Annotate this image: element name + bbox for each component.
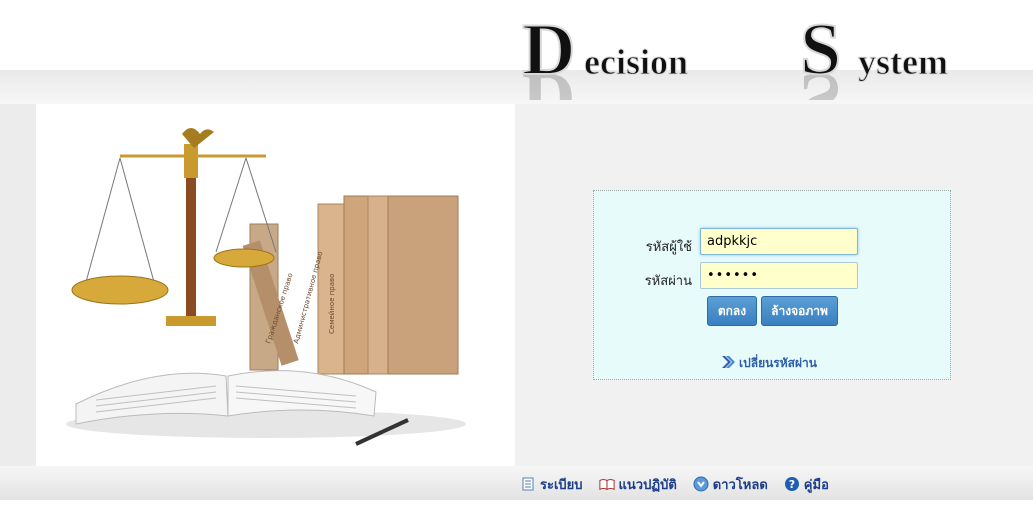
download-icon <box>693 476 709 492</box>
footer-band <box>0 466 1033 500</box>
nav-item-manual[interactable]: ? คู่มือ <box>784 474 829 495</box>
nav-item-label: แนวปฏิบัติ <box>618 477 677 493</box>
username-input[interactable] <box>700 228 858 255</box>
svg-text:?: ? <box>789 478 795 491</box>
username-label: รหัสผู้ใช้ <box>645 240 692 255</box>
ok-button[interactable]: ตกลง <box>707 296 757 326</box>
nav-item-download[interactable]: ดาวโหลด <box>693 474 768 495</box>
books-illustration: Семейное право Административное право Гр… <box>242 195 459 375</box>
logo-initial-d: D <box>522 9 575 91</box>
hero-image-law-scales-books: Семейное право Административное право Гр… <box>36 104 515 466</box>
change-password-link[interactable]: เปลี่ยนรหัสผ่าน <box>721 354 817 373</box>
nav-item-guidelines[interactable]: แนวปฏิบัติ <box>598 474 677 495</box>
password-label: รหัสผ่าน <box>644 274 692 289</box>
password-input[interactable] <box>700 262 858 289</box>
logo-word-ystem: ystem <box>858 42 948 82</box>
document-icon <box>520 476 536 492</box>
nav-item-label: ระเบียบ <box>540 477 583 493</box>
footer-nav: ระเบียบ แนวปฏิบัติ ดาวโหลด ? คู่มือ <box>520 470 845 498</box>
login-panel: รหัสผู้ใช้ รหัสผ่าน ตกลง ล้างจอภาพ เปลี่… <box>593 190 951 380</box>
svg-text:Семейное право: Семейное право <box>328 274 336 334</box>
clear-screen-button[interactable]: ล้างจอภาพ <box>761 296 838 326</box>
footer-bottom <box>0 500 1033 516</box>
scales-of-justice-illustration <box>71 128 277 326</box>
nav-item-label: คู่มือ <box>803 477 829 493</box>
help-icon: ? <box>784 476 800 492</box>
decision-system-logo: D S D ecision S ystem <box>518 0 1028 139</box>
logo-initial-s: S <box>800 9 841 91</box>
change-password-label: เปลี่ยนรหัสผ่าน <box>739 356 817 370</box>
nav-item-label: ดาวโหลด <box>712 477 768 493</box>
double-chevron-right-icon <box>721 355 735 372</box>
left-strip <box>0 104 36 466</box>
main-area: Семейное право Административное право Гр… <box>0 104 1033 466</box>
nav-item-regulations[interactable]: ระเบียบ <box>520 474 583 495</box>
logo-word-ecision: ecision <box>584 42 688 82</box>
book-icon <box>598 476 615 492</box>
